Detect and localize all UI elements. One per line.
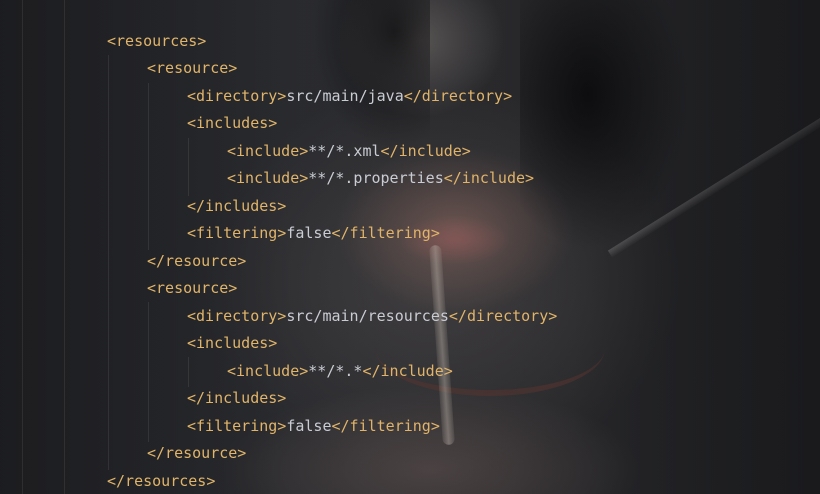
- xml-text: **/*.properties: [308, 169, 444, 187]
- xml-tag-open: <filtering>: [187, 417, 287, 435]
- indent-guide: [64, 0, 65, 494]
- indent-guide: [22, 0, 23, 494]
- xml-text: **/*.xml: [308, 142, 381, 160]
- xml-text: src/main/java: [286, 87, 404, 105]
- code-line[interactable]: </resource>: [147, 443, 246, 463]
- xml-text: src/main/resources: [286, 307, 449, 325]
- code-line[interactable]: <resource>: [147, 58, 237, 78]
- code-line[interactable]: <directory>src/main/java</directory>: [187, 86, 512, 106]
- code-line[interactable]: <directory>src/main/resources</directory…: [187, 306, 557, 326]
- xml-tag-open: <includes>: [187, 334, 278, 352]
- indent-guide: [188, 138, 189, 196]
- code-line[interactable]: <includes>: [187, 113, 277, 133]
- xml-tag-open: <resources>: [107, 32, 207, 50]
- indent-guide: [148, 83, 149, 250]
- code-line[interactable]: <filtering>false</filtering>: [187, 223, 440, 243]
- xml-tag-open: </includes>: [187, 197, 287, 215]
- code-line[interactable]: <include>**/*.xml</include>: [227, 141, 471, 161]
- background-image-hair: [310, 0, 430, 150]
- code-line[interactable]: <include>**/*.*</include>: [227, 361, 453, 381]
- background-image-hair-right: [520, 0, 690, 250]
- xml-tag-open: </includes>: [187, 389, 287, 407]
- xml-tag-close: </filtering>: [331, 224, 440, 242]
- xml-tag-open: <resource>: [147, 59, 238, 77]
- xml-tag-close: </include>: [362, 362, 453, 380]
- xml-tag-open: <directory>: [187, 307, 287, 325]
- xml-tag-open: </resource>: [147, 444, 247, 462]
- xml-tag-open: <include>: [227, 142, 309, 160]
- code-editor[interactable]: <resources> <resource> <directory>src/ma…: [0, 0, 820, 494]
- xml-tag-close: </filtering>: [331, 417, 440, 435]
- code-line[interactable]: </includes>: [187, 196, 286, 216]
- xml-text: **/*.*: [308, 362, 363, 380]
- xml-tag-open: </resource>: [147, 252, 247, 270]
- xml-tag-close: </include>: [443, 169, 535, 187]
- code-line[interactable]: <filtering>false</filtering>: [187, 416, 440, 436]
- xml-text: false: [286, 224, 332, 242]
- xml-tag-open: <filtering>: [187, 224, 287, 242]
- xml-tag-close: </include>: [380, 142, 471, 160]
- indent-guide: [188, 357, 189, 387]
- xml-tag-open: <resource>: [147, 279, 238, 297]
- code-line[interactable]: <include>**/*.properties</include>: [227, 168, 534, 188]
- xml-text: false: [286, 417, 332, 435]
- xml-tag-open: <directory>: [187, 87, 287, 105]
- code-line[interactable]: <resources>: [107, 31, 206, 51]
- xml-tag-open: <include>: [227, 362, 309, 380]
- xml-tag-open: <include>: [227, 169, 309, 187]
- xml-tag-close: </directory>: [403, 87, 513, 105]
- indent-guide: [148, 302, 149, 442]
- xml-tag-open: <includes>: [187, 114, 278, 132]
- code-line[interactable]: </resource>: [147, 251, 246, 271]
- code-line[interactable]: </resources>: [107, 471, 215, 491]
- background-image-cable: [607, 112, 820, 258]
- code-line[interactable]: <includes>: [187, 333, 277, 353]
- code-line[interactable]: <resource>: [147, 278, 237, 298]
- code-line[interactable]: </includes>: [187, 388, 286, 408]
- xml-tag-open: </resources>: [107, 472, 216, 490]
- indent-guide: [108, 55, 109, 470]
- xml-tag-close: </directory>: [448, 307, 558, 325]
